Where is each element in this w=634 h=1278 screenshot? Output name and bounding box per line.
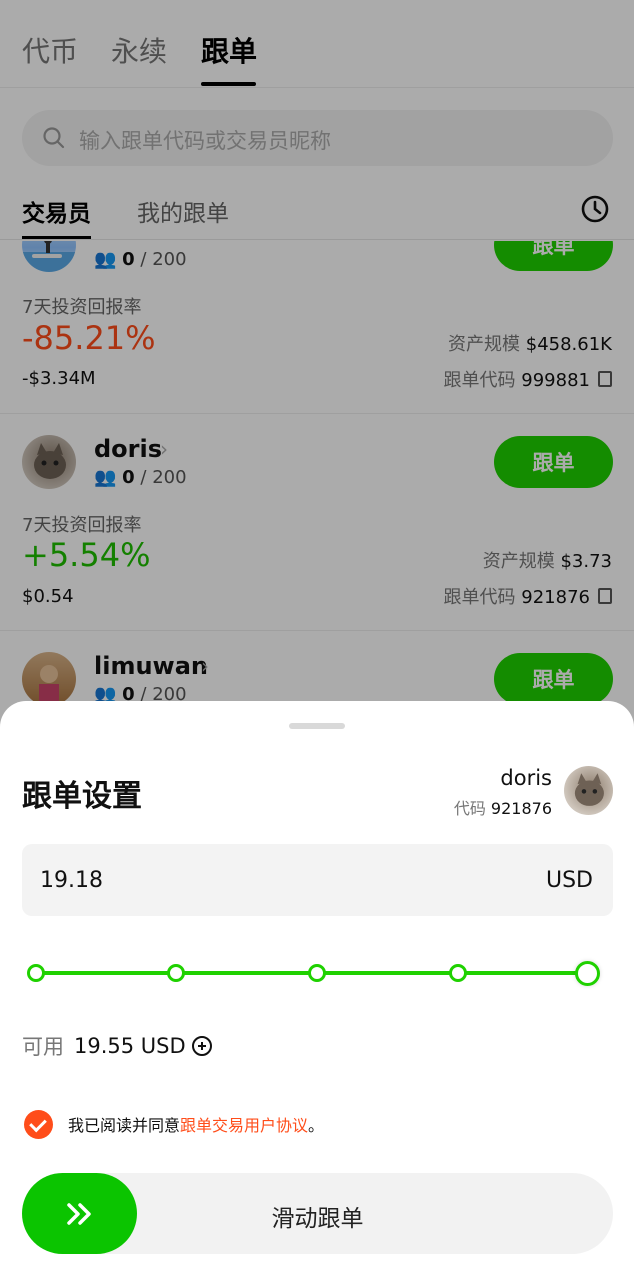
available-balance: 可用 19.55 USD xyxy=(22,1031,212,1061)
slider-handle[interactable] xyxy=(575,961,600,986)
sheet-trader-name: doris xyxy=(500,766,552,790)
agreement-link[interactable]: 跟单交易用户协议 xyxy=(180,1112,308,1136)
slider-stop-0[interactable] xyxy=(27,964,45,982)
agree-text: 我已阅读并同意 xyxy=(68,1116,181,1135)
amount-slider[interactable] xyxy=(22,956,613,990)
slide-to-copy[interactable]: 滑动跟单 xyxy=(22,1173,613,1254)
slide-handle[interactable] xyxy=(22,1173,137,1254)
slider-stop-25[interactable] xyxy=(167,964,185,982)
agree-suffix: 。 xyxy=(308,1116,325,1135)
cat-avatar-image xyxy=(574,773,604,806)
amount-unit: USD xyxy=(545,868,593,893)
sheet-trader-code: 代码 921876 xyxy=(453,799,552,818)
sheet-grabber[interactable] xyxy=(289,723,345,729)
double-chevron-right-icon xyxy=(66,1202,91,1225)
avatar xyxy=(564,766,613,815)
copy-settings-sheet: 跟单设置 doris 代码 921876 19.18 USD 可用 19.55 … xyxy=(0,701,634,1278)
slider-stop-50[interactable] xyxy=(308,964,326,982)
sheet-title: 跟单设置 xyxy=(22,779,142,814)
slider-stop-75[interactable] xyxy=(449,964,467,982)
add-funds-icon[interactable] xyxy=(191,1036,212,1056)
checkbox-checked-icon[interactable] xyxy=(24,1109,53,1139)
amount-field[interactable]: 19.18 USD xyxy=(22,844,613,916)
amount-value[interactable]: 19.18 xyxy=(40,868,103,893)
agreement-row[interactable]: 我已阅读并同意 跟单交易用户协议。 xyxy=(24,1109,324,1139)
